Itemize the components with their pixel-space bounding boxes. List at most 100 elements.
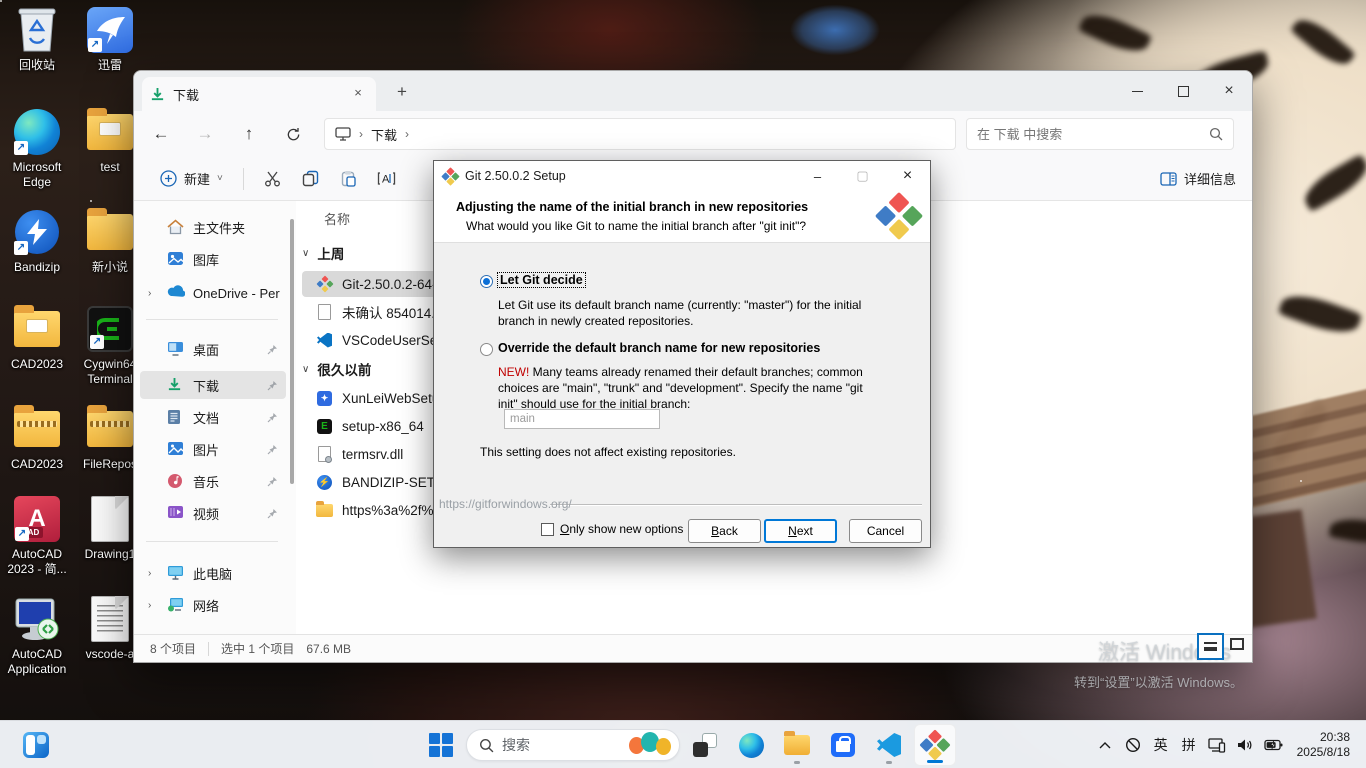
gitforwindows-link[interactable]: https://gitforwindows.org/ (439, 497, 572, 511)
details-pane-icon (1160, 171, 1177, 186)
task-view-button[interactable] (684, 724, 726, 766)
desktop-icon-autocad[interactable]: A CAD ↗ AutoCAD 2023 - 简... (1, 495, 73, 577)
chevron-right-icon[interactable]: › (148, 568, 158, 579)
close-button[interactable]: × (1206, 71, 1252, 111)
tab-strip: 下载 × + × (134, 71, 1252, 111)
breadcrumb-separator: › (405, 127, 410, 141)
desktop-icon-cad2023-zip[interactable]: CAD2023 (1, 405, 73, 472)
cygwin-icon: E (316, 418, 333, 435)
new-button[interactable]: 新建 ˅ (150, 163, 233, 194)
taskbar-search-input[interactable] (502, 737, 619, 753)
only-show-new-options-checkbox[interactable] (541, 523, 554, 536)
sidebar-item-desktop[interactable]: 桌面 (140, 335, 286, 363)
sidebar-item-videos[interactable]: 视频 (140, 499, 286, 527)
group-header-last-week[interactable]: ∨ 上周 (302, 243, 344, 263)
taskbar-file-explorer-button[interactable] (776, 724, 818, 766)
explorer-search-input[interactable] (977, 126, 1209, 142)
desktop-icon-xunlei[interactable]: ↗ 迅雷 (74, 6, 146, 73)
option-let-git-decide-label[interactable]: Let Git decide (497, 272, 586, 288)
details-pane-button[interactable]: 详细信息 (1160, 169, 1236, 188)
maximize-button[interactable] (1160, 71, 1206, 111)
sidebar-item-gallery[interactable]: 图库 (140, 245, 286, 273)
option-override-label[interactable]: Override the default branch name for new… (498, 341, 820, 355)
sidebar-item-documents[interactable]: 文档 (140, 403, 286, 431)
widgets-button[interactable] (16, 727, 56, 763)
back-button[interactable]: ← (144, 118, 178, 150)
up-button[interactable]: ↑ (232, 118, 266, 150)
breadcrumb-current[interactable]: 下载 (371, 125, 397, 144)
tab-downloads[interactable]: 下载 × (142, 77, 376, 111)
dialog-maximize-button[interactable]: ▢ (840, 161, 885, 191)
taskbar-git-setup-button[interactable] (914, 724, 956, 766)
dialog-minimize-button[interactable]: – (795, 161, 840, 191)
chevron-right-icon[interactable]: › (148, 288, 158, 299)
git-icon (316, 275, 333, 293)
sidebar-item-home[interactable]: 主文件夹 (140, 213, 286, 241)
tab-close-icon[interactable]: × (348, 84, 368, 104)
dialog-close-button[interactable]: × (885, 161, 930, 191)
desktop-icon-bandizip[interactable]: ↗ Bandizip (1, 208, 73, 275)
cancel-button[interactable]: Cancel (849, 519, 922, 543)
taskbar-edge-button[interactable] (730, 724, 772, 766)
bandizip-icon: ⚡ (316, 474, 333, 491)
next-button[interactable]: Next (764, 519, 837, 543)
ime-menu-icon[interactable] (1197, 633, 1224, 660)
ime-toolbar[interactable] (1197, 633, 1244, 660)
radio-override-branch-name[interactable] (480, 343, 493, 356)
xunlei-icon: ✦ (316, 390, 333, 407)
search-highlight-balloons-icon (627, 731, 673, 759)
minimize-button[interactable] (1114, 71, 1160, 111)
desktop-icon-cad2023-folder[interactable]: CAD2023 (1, 305, 73, 372)
sidebar-scrollbar[interactable] (290, 219, 294, 484)
desktop-icon-label: 回收站 (18, 58, 55, 72)
ime-mode-indicator[interactable]: 英 (1148, 725, 1174, 765)
chevron-down-icon: ∨ (302, 363, 310, 375)
copy-button[interactable] (292, 162, 330, 196)
desktop-icon-recycle-bin[interactable]: 回收站 (1, 6, 73, 73)
tray-blocked-icon[interactable] (1120, 725, 1146, 765)
home-icon (167, 218, 184, 236)
sidebar-item-this-pc[interactable]: › 此电脑 (140, 559, 286, 587)
shortcut-arrow-icon: ↗ (14, 241, 28, 255)
refresh-button[interactable] (276, 118, 310, 150)
forward-button[interactable]: → (188, 118, 222, 150)
bandizip-icon: ↗ (13, 208, 61, 256)
autocad-icon: A CAD ↗ (13, 495, 61, 543)
microsoft-store-icon (831, 733, 855, 757)
paste-button[interactable] (330, 162, 368, 196)
start-button[interactable] (420, 724, 462, 766)
group-header-long-ago[interactable]: ∨ 很久以前 (302, 359, 371, 379)
sidebar-item-onedrive[interactable]: › OneDrive - Per (140, 279, 286, 307)
back-button[interactable]: Back (688, 519, 761, 543)
explorer-search-box[interactable] (966, 118, 1234, 150)
column-header-name[interactable]: 名称 (324, 209, 350, 228)
address-bar[interactable]: › 下载 › (324, 118, 956, 150)
volume-icon[interactable] (1232, 725, 1258, 765)
sidebar-item-pictures[interactable]: 图片 (140, 435, 286, 463)
taskbar-vscode-button[interactable] (868, 724, 910, 766)
cast-devices-icon[interactable] (1204, 725, 1230, 765)
tray-show-hidden-icons-button[interactable] (1092, 725, 1118, 765)
ime-restore-icon[interactable] (1230, 638, 1244, 650)
battery-icon[interactable] (1260, 725, 1287, 765)
sidebar-item-music[interactable]: 音乐 (140, 467, 286, 495)
branch-name-input[interactable] (504, 409, 660, 429)
desktop-icon-autocad-application[interactable]: AutoCAD Application (1, 595, 73, 677)
clock[interactable]: 20:38 2025/8/18 (1289, 730, 1358, 760)
sidebar-item-network[interactable]: › 网络 (140, 591, 286, 619)
music-icon (167, 473, 184, 490)
ime-pinyin-indicator[interactable]: 拼 (1176, 725, 1202, 765)
desktop-icon-edge[interactable]: ↗ Microsoft Edge (1, 108, 73, 190)
rename-button[interactable]: A (368, 162, 406, 196)
new-tab-button[interactable]: + (390, 81, 414, 105)
gallery-icon (167, 251, 184, 268)
taskbar-search-box[interactable] (466, 729, 680, 761)
sidebar-item-downloads[interactable]: 下载 (140, 371, 286, 399)
cut-button[interactable] (254, 162, 292, 196)
chevron-right-icon[interactable]: › (148, 600, 158, 611)
dialog-subheading: What would you like Git to name the init… (466, 219, 807, 233)
radio-let-git-decide[interactable] (480, 275, 493, 288)
only-show-new-options-label[interactable]: Only show new options (560, 522, 683, 536)
taskbar-store-button[interactable] (822, 724, 864, 766)
pin-icon (267, 476, 278, 487)
